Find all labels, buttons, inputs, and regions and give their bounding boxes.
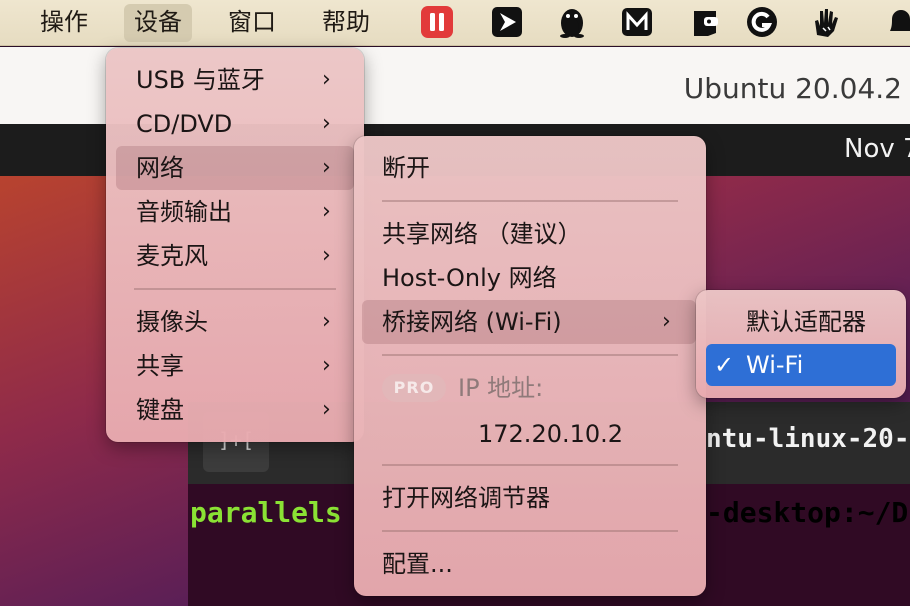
- menu-item-wifi-selected[interactable]: ✓ Wi-Fi: [706, 344, 896, 386]
- menu-item-bridged-wifi[interactable]: 桥接网络 (Wi-Fi) ›: [362, 300, 696, 344]
- chevron-right-icon: ›: [322, 155, 331, 180]
- m-icon[interactable]: [620, 5, 654, 39]
- pro-badge: PRO: [382, 374, 446, 402]
- menu-item-audio-output[interactable]: 音频输出 ›: [116, 190, 354, 234]
- ip-address-label: IP 地址:: [458, 374, 544, 402]
- prompt-user: parallels: [190, 496, 342, 529]
- menu-item-usb-bluetooth[interactable]: USB 与蓝牙 ›: [116, 58, 354, 102]
- menu-item-label: 共享: [136, 352, 184, 380]
- menubar-help[interactable]: 帮助: [312, 4, 380, 42]
- wallet-icon[interactable]: [688, 5, 722, 39]
- menu-item-label: Wi-Fi: [746, 351, 804, 379]
- checkmark-icon: ✓: [714, 351, 735, 379]
- prompt-colon: :: [840, 496, 858, 529]
- chevron-right-icon: ›: [322, 111, 331, 136]
- menu-item-label: 摄像头: [136, 308, 208, 336]
- menu-item-label: 桥接网络 (Wi-Fi): [382, 308, 562, 336]
- terminal-prompt-user: parallels: [190, 496, 342, 529]
- terminal-title: ntu-linux-20-04: [706, 424, 910, 454]
- menu-item-label: 共享网络 （建议）: [382, 220, 582, 248]
- hand-icon[interactable]: [808, 5, 842, 39]
- menu-item-sharing[interactable]: 共享 ›: [116, 344, 354, 388]
- remote-arrow-icon[interactable]: [490, 5, 524, 39]
- chevron-right-icon: ›: [322, 309, 331, 334]
- chevron-right-icon: ›: [322, 397, 331, 422]
- menu-separator: [382, 354, 678, 356]
- menu-item-shared-network[interactable]: 共享网络 （建议）: [362, 212, 696, 256]
- menu-item-label: USB 与蓝牙: [136, 66, 265, 94]
- chevron-right-icon: ›: [662, 309, 671, 334]
- menu-item-label: 断开: [382, 154, 430, 182]
- chevron-right-icon: ›: [322, 243, 331, 268]
- menubar-devices[interactable]: 设备: [124, 4, 192, 42]
- menubar-window[interactable]: 窗口: [218, 4, 286, 42]
- menu-item-configure[interactable]: 配置...: [362, 542, 696, 586]
- menu-item-keyboard[interactable]: 键盘 ›: [116, 388, 354, 432]
- menu-item-label: 麦克风: [136, 242, 208, 270]
- menu-item-host-only[interactable]: Host-Only 网络: [362, 256, 696, 300]
- menu-item-network[interactable]: 网络 ›: [116, 146, 354, 190]
- pause-icon[interactable]: [420, 5, 454, 39]
- chevron-right-icon: ›: [322, 353, 331, 378]
- prompt-host: -desktop: [706, 496, 841, 529]
- menu-item-label: 键盘: [136, 396, 184, 424]
- menu-item-label: 网络: [136, 154, 184, 182]
- terminal-prompt-tail: -desktop:~/D: [706, 496, 908, 529]
- menu-separator: [382, 200, 678, 202]
- menu-item-microphone[interactable]: 麦克风 ›: [116, 234, 354, 278]
- menu-item-label: 配置...: [382, 550, 453, 578]
- menu-item-cd-dvd[interactable]: CD/DVD ›: [116, 102, 354, 146]
- menu-separator: [382, 464, 678, 466]
- bell-icon[interactable]: [884, 5, 910, 39]
- topbar-date[interactable]: Nov 7: [844, 134, 910, 164]
- menu-item-open-network-conditioner[interactable]: 打开网络调节器: [362, 476, 696, 520]
- prompt-path: ~/D: [857, 496, 909, 529]
- menubar-actions[interactable]: 操作: [30, 4, 98, 42]
- penguin-icon[interactable]: [555, 5, 589, 39]
- menu-item-label: CD/DVD: [136, 110, 233, 138]
- chevron-right-icon: ›: [322, 199, 331, 224]
- menu-item-disconnect[interactable]: 断开: [362, 146, 696, 190]
- chevron-right-icon: ›: [322, 67, 331, 92]
- vm-window-title: Ubuntu 20.04.2: [683, 72, 902, 105]
- menu-item-label: 音频输出: [136, 198, 232, 226]
- menu-item-label: Host-Only 网络: [382, 264, 557, 292]
- menu-item-label: 打开网络调节器: [382, 484, 550, 512]
- menu-separator: [134, 288, 336, 290]
- menu-item-default-adapter[interactable]: 默认适配器: [706, 300, 896, 344]
- menu-item-label: 默认适配器: [746, 308, 866, 336]
- menu-separator: [382, 530, 678, 532]
- g-icon[interactable]: [745, 5, 779, 39]
- ip-address-value: 172.20.10.2: [478, 420, 624, 448]
- menu-item-camera[interactable]: 摄像头 ›: [116, 300, 354, 344]
